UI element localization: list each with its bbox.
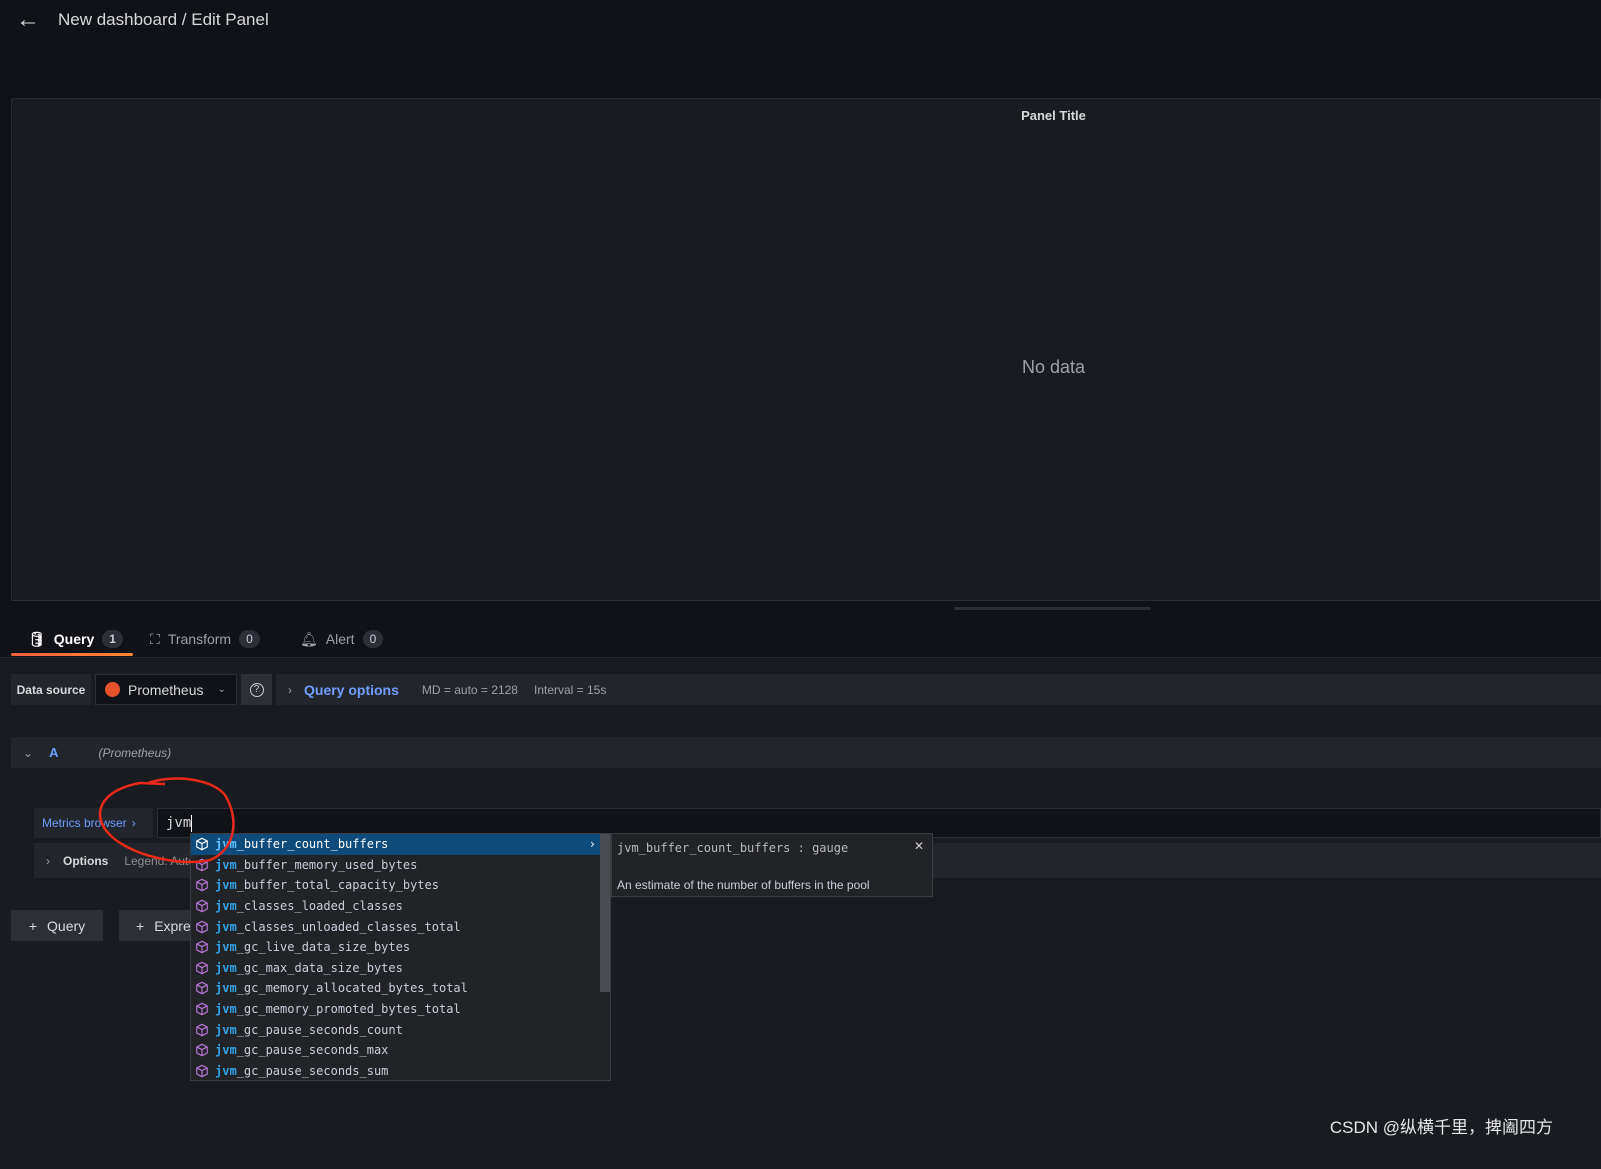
suggestion-rest: _gc_memory_promoted_bytes_total: [236, 1002, 461, 1017]
chevron-right-icon: ›: [588, 837, 596, 852]
button-label: Query: [47, 917, 86, 934]
metric-cube-icon: [196, 1064, 208, 1078]
match-text: jvm: [215, 1002, 237, 1017]
suggestion-rest: _gc_pause_seconds_count: [236, 1022, 403, 1037]
suggestion-item[interactable]: jvm_gc_memory_promoted_bytes_total: [191, 999, 610, 1020]
match-text: jvm: [215, 981, 237, 996]
plus-icon: +: [136, 917, 145, 934]
max-data-points: MD = auto = 2128: [421, 682, 518, 697]
metric-cube-icon: [196, 920, 208, 933]
red-circle-annotation: [98, 777, 235, 864]
match-text: jvm: [215, 1022, 237, 1037]
query-ref-id[interactable]: A: [49, 745, 58, 760]
panel-preview: Panel Title No data: [11, 98, 1601, 601]
suggestion-item[interactable]: jvm_gc_max_data_size_bytes: [191, 958, 610, 979]
metric-cube-icon: [196, 982, 208, 995]
active-tab-indicator: [11, 653, 133, 656]
add-query-button[interactable]: + Query: [11, 910, 103, 941]
interval: Interval = 15s: [533, 682, 607, 697]
suggestion-rest: _classes_unloaded_classes_total: [236, 919, 461, 934]
tab-label: Query: [53, 631, 95, 647]
suggestion-item[interactable]: jvm_gc_pause_seconds_count: [191, 1019, 610, 1040]
suggestion-rest: _classes_loaded_classes: [236, 899, 403, 914]
suggestion-rest: _gc_memory_allocated_bytes_total: [236, 981, 468, 996]
metric-cube-icon: [196, 1043, 208, 1057]
autocomplete-dropdown: jvm_buffer_count_buffers › jvm_buffer_memo…: [190, 833, 611, 1081]
metric-cube-icon: [196, 961, 208, 975]
suggestion-item[interactable]: jvm_buffer_count_buffers ›: [191, 834, 610, 855]
suggestion-details: jvm_buffer_count_buffers : gauge ✕ An es…: [611, 833, 933, 897]
datasource-value: Prometheus: [128, 681, 204, 698]
help-button[interactable]: ?: [241, 674, 272, 705]
chevron-right-icon: ›: [46, 853, 50, 868]
no-data-text: No data: [1021, 357, 1086, 377]
suggestion-item[interactable]: jvm_buffer_total_capacity_bytes: [191, 875, 610, 896]
metric-cube-icon: [196, 899, 208, 913]
suggestion-item[interactable]: jvm_gc_memory_allocated_bytes_total: [191, 978, 610, 999]
datasource-picker[interactable]: Prometheus ⌄: [95, 674, 237, 705]
chevron-right-icon: ›: [288, 682, 292, 697]
suggestion-item[interactable]: jvm_classes_unloaded_classes_total: [191, 916, 610, 937]
count-badge: 0: [239, 630, 260, 648]
query-options-bar[interactable]: › Query options MD = auto = 2128 Interva…: [276, 674, 1601, 705]
tab-alert[interactable]: 🔔︎ Alert 0: [300, 630, 384, 648]
suggestion-rest: _gc_max_data_size_bytes: [236, 960, 403, 975]
metric-description: An estimate of the number of buffers in …: [617, 878, 870, 892]
prometheus-logo-icon: [105, 682, 120, 697]
suggestion-item[interactable]: jvm_classes_loaded_classes: [191, 896, 610, 917]
metric-cube-icon: [196, 940, 208, 954]
query-datasource: (Prometheus): [98, 745, 172, 760]
suggestion-rest: _gc_live_data_size_bytes: [236, 940, 411, 955]
metric-cube-icon: [196, 1023, 208, 1036]
match-text: jvm: [215, 899, 237, 914]
database-icon: 🛢: [28, 630, 46, 647]
match-text: jvm: [215, 1063, 237, 1078]
datasource-label: Data source: [11, 674, 91, 705]
bell-icon: 🔔︎: [300, 630, 318, 647]
close-icon[interactable]: ✕: [914, 839, 924, 853]
suggestion-rest: _gc_pause_seconds_max: [236, 1043, 389, 1058]
tab-label: Transform: [167, 631, 232, 647]
plus-icon: +: [28, 917, 38, 934]
tab-label: Alert: [325, 631, 355, 647]
question-icon: ?: [249, 682, 264, 697]
transform-icon: ⛶: [150, 630, 160, 647]
suggestion-rest: _gc_pause_seconds_sum: [236, 1063, 389, 1078]
match-text: jvm: [215, 960, 237, 975]
suggestion-item[interactable]: jvm_gc_pause_seconds_max: [191, 1040, 610, 1061]
panel-title[interactable]: Panel Title: [12, 108, 1601, 123]
suggestion-item[interactable]: jvm_gc_pause_seconds_sum: [191, 1061, 610, 1082]
metric-cube-icon: [196, 1002, 208, 1016]
back-button[interactable]: ←: [16, 6, 40, 34]
match-text: jvm: [215, 878, 237, 893]
chevron-down-icon: ⌄: [217, 684, 226, 695]
match-text: jvm: [215, 919, 237, 934]
query-row-header[interactable]: ⌄ A (Prometheus): [11, 737, 1601, 768]
suggestion-rest: _buffer_count_buffers: [236, 837, 389, 852]
metric-signature: jvm_buffer_count_buffers : gauge: [617, 841, 849, 855]
tab-query[interactable]: 🛢 Query 1: [28, 630, 123, 648]
watermark: CSDN @纵横千里，捭阖四方: [1329, 1118, 1553, 1137]
match-text: jvm: [215, 1043, 237, 1058]
suggestion-item[interactable]: jvm_gc_live_data_size_bytes: [191, 937, 610, 958]
match-text: jvm: [215, 940, 237, 955]
count-badge: 1: [102, 630, 123, 648]
count-badge: 0: [362, 630, 384, 648]
metric-cube-icon: [196, 879, 208, 892]
page-title: New dashboard / Edit Panel: [58, 10, 269, 29]
suggestion-rest: _buffer_memory_used_bytes: [236, 857, 418, 872]
suggestion-rest: _buffer_total_capacity_bytes: [236, 878, 439, 893]
chevron-down-icon[interactable]: ⌄: [23, 746, 33, 760]
dropdown-scrollbar[interactable]: [600, 834, 610, 992]
resize-handle[interactable]: [954, 607, 1151, 610]
tab-transform[interactable]: ⛶ Transform 0: [150, 630, 260, 648]
query-options-toggle[interactable]: Query options: [304, 682, 399, 698]
suggestion-item[interactable]: jvm_buffer_memory_used_bytes: [191, 855, 610, 876]
